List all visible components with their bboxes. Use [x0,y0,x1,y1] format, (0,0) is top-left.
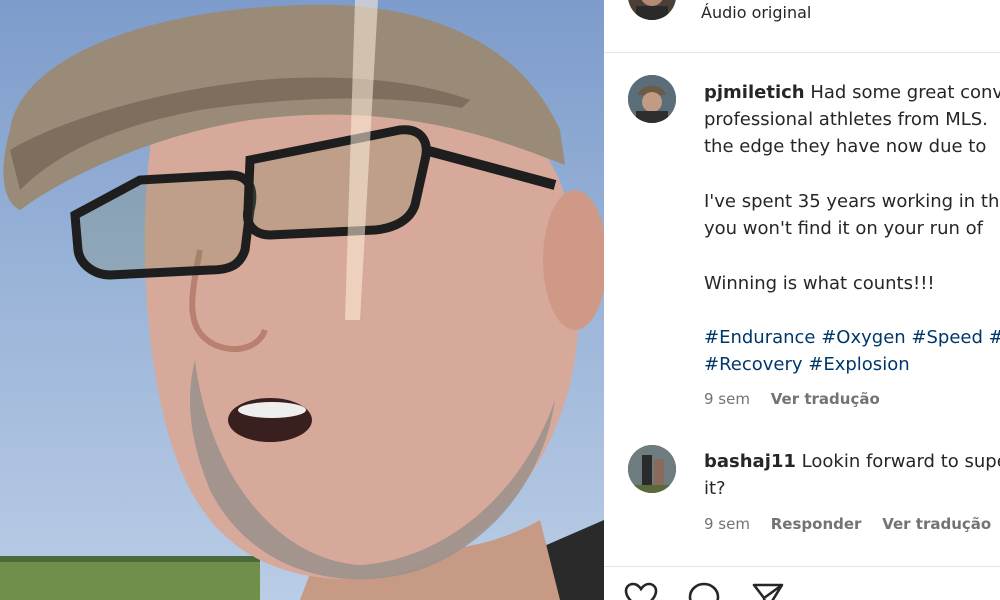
caption-line-3: the edge they have now due to [704,136,987,157]
comment-meta: 9 sem Responder Ver tradução [704,515,1000,533]
caption-line-6: Winning is what counts!!! [704,273,935,294]
comment-icon[interactable] [688,582,720,600]
translate-button[interactable]: Ver tradução [882,515,991,533]
header-divider [604,52,1000,53]
comment-time: 9 sem [704,390,750,408]
hashtags-line-2[interactable]: #Recovery #Explosion [704,351,1000,378]
share-icon[interactable] [752,582,784,600]
comment-avatar[interactable] [628,75,676,123]
author-avatar[interactable] [628,0,676,20]
caption-text: Had some great conv [810,82,1000,103]
heart-icon[interactable] [624,582,658,600]
caption-meta: 9 sem Ver tradução [704,390,896,408]
comment-avatar[interactable] [628,445,676,493]
comment-line-2: it? [704,478,726,499]
comment-line-1: bashaj11 Lookin forward to supe [704,448,1000,475]
caption-line-2: professional athletes from MLS. [704,109,988,130]
caption-line-4: I've spent 35 years working in th [704,191,1000,212]
actions-divider [604,566,1000,567]
caption-line-5: you won't find it on your run of [704,218,983,239]
hashtags-line-1[interactable]: #Endurance #Oxygen #Speed # [704,324,1000,351]
reel-video[interactable] [0,0,604,600]
reply-button[interactable]: Responder [771,515,862,533]
comment-time: 9 sem [704,515,750,533]
comment-username[interactable]: bashaj11 [704,451,796,472]
comment-text: Lookin forward to supe [801,451,1000,472]
video-frame-illustration [0,0,604,600]
caption-line-1: pjmiletich Had some great conv [704,79,1000,106]
comment-username[interactable]: pjmiletich [704,82,805,103]
comments-panel: Áudio original pjmiletich Had some great… [604,0,1000,600]
translate-button[interactable]: Ver tradução [771,390,880,408]
audio-original-link[interactable]: Áudio original [701,3,811,22]
